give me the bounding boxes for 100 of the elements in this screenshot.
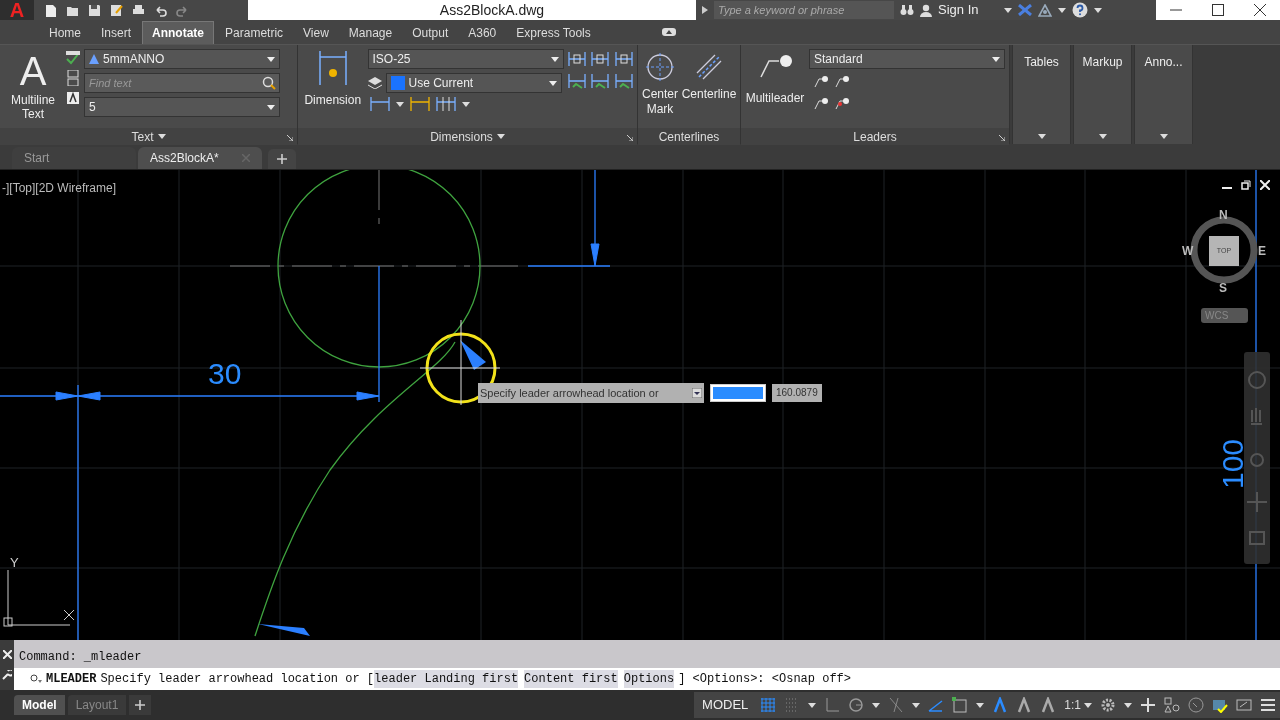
continue-dimension-icon[interactable] <box>435 97 456 111</box>
object-snap-tracking-icon[interactable] <box>928 697 945 713</box>
axis-label: Y <box>10 554 19 572</box>
caret-icon <box>548 80 557 86</box>
undo-icon[interactable] <box>154 3 167 17</box>
viewport-controls[interactable]: -][Top][2D Wireframe] <box>2 179 117 197</box>
compass-label[interactable]: W <box>1182 242 1194 260</box>
menu-icon[interactable] <box>1260 697 1276 713</box>
search-field[interactable]: Type a keyword or phrase <box>714 1 894 19</box>
redo-icon[interactable] <box>176 3 189 17</box>
model-space-button[interactable]: MODEL <box>698 695 753 715</box>
adjust-space-icon[interactable] <box>591 51 610 67</box>
new-layout-button[interactable] <box>129 695 152 715</box>
command-option[interactable]: Options <box>623 670 675 688</box>
layers-icon[interactable] <box>367 77 382 89</box>
ribbon-tab[interactable]: Home <box>40 21 90 44</box>
triangle-network-icon[interactable] <box>1038 3 1052 17</box>
collapsed-panel-button[interactable]: Anno... <box>1134 45 1193 145</box>
caret-icon <box>1058 7 1066 13</box>
gear-icon[interactable] <box>1100 697 1116 713</box>
annotation-visibility-icon[interactable] <box>992 697 1009 713</box>
close-icon[interactable] <box>1254 4 1266 16</box>
layout-tab[interactable]: Model <box>14 695 65 715</box>
quick-dimension-icon[interactable] <box>409 97 430 111</box>
annotation-scale-icon[interactable] <box>1040 697 1057 713</box>
compass-label[interactable]: E <box>1258 242 1266 260</box>
save-icon[interactable] <box>88 3 101 17</box>
help-icon[interactable] <box>1072 2 1088 18</box>
print-icon[interactable] <box>132 3 145 17</box>
text-scale-icon[interactable] <box>67 70 79 86</box>
dimension-layer-dropdown[interactable]: Use Current <box>385 73 562 93</box>
clean-screen-icon[interactable] <box>1188 697 1204 713</box>
ribbon-toggle-icon[interactable] <box>661 28 676 36</box>
multileader-button[interactable]: Multileader <box>745 49 805 107</box>
ribbon-tab[interactable]: Output <box>403 21 458 44</box>
dialog-launcher-icon[interactable] <box>627 135 633 141</box>
hardware-acceleration-icon[interactable] <box>1212 697 1228 713</box>
expand-arrow-icon[interactable] <box>702 6 708 14</box>
isodraft-icon[interactable] <box>888 697 905 713</box>
dimension-style-dropdown[interactable]: ISO-25 <box>367 49 564 69</box>
ribbon-tab[interactable]: Express Tools <box>507 21 600 44</box>
ribbon-tab[interactable]: View <box>294 21 338 44</box>
command-input-field[interactable]: MLEADER Specify leader arrowhead location or [leader Landing first Content first Options ] <Options>: <Osnap off> <box>14 668 1280 690</box>
add-leader-icon[interactable] <box>813 73 829 89</box>
collapsed-panel-button[interactable]: Tables <box>1012 45 1071 145</box>
ribbon-tab[interactable]: Annotate <box>142 21 215 44</box>
collapsed-panel-button[interactable]: Markup <box>1073 45 1132 145</box>
reassociate-icon[interactable] <box>567 73 586 89</box>
compass-label[interactable]: S <box>1219 279 1227 297</box>
dialog-launcher-icon[interactable] <box>999 135 1005 141</box>
object-snap-icon[interactable] <box>952 697 969 713</box>
dialog-launcher-icon[interactable] <box>287 135 293 141</box>
command-option[interactable]: leader Landing first <box>374 670 519 688</box>
leader-style-dropdown[interactable]: Standard <box>809 49 1005 69</box>
annotation-scale-button[interactable]: 1:1 <box>1064 696 1092 714</box>
command-option[interactable]: Content first <box>524 670 618 688</box>
collect-leaders-icon[interactable] <box>834 95 850 111</box>
sign-in-button[interactable]: Sign In <box>938 0 998 20</box>
new-file-icon[interactable] <box>44 3 57 17</box>
centerline-button[interactable]: Centerline <box>682 49 737 102</box>
command-recent-icon[interactable] <box>30 674 42 684</box>
remove-leader-icon[interactable] <box>834 73 850 89</box>
plus-icon[interactable] <box>1140 697 1156 713</box>
caret-icon <box>976 702 985 708</box>
jogged-line-icon[interactable] <box>615 51 634 67</box>
ribbon-tab[interactable]: Parametric <box>216 21 293 44</box>
break-dimension-icon[interactable] <box>567 51 586 67</box>
center-mark-button[interactable]: Center Mark <box>642 49 679 117</box>
ribbon-tab[interactable]: Manage <box>339 21 402 44</box>
panel-title[interactable]: Text <box>131 127 166 146</box>
ribbon-tab[interactable]: A360 <box>459 21 506 44</box>
align-leaders-icon[interactable] <box>813 95 829 111</box>
text-height-icon[interactable] <box>66 91 80 105</box>
shapes-icon[interactable] <box>1164 697 1180 713</box>
maximize-icon[interactable] <box>1212 4 1224 16</box>
binoculars-icon[interactable] <box>900 4 914 16</box>
linear-dimension-icon[interactable] <box>369 97 390 111</box>
spell-check-icon[interactable] <box>66 51 80 65</box>
new-tab-button[interactable] <box>268 149 296 169</box>
text-height-dropdown[interactable]: 5 <box>84 97 280 117</box>
multiline-text-button[interactable]: A Multiline Text <box>4 49 62 121</box>
auto-scale-icon[interactable] <box>1016 697 1033 713</box>
polar-tracking-icon[interactable] <box>848 697 865 713</box>
caret-icon <box>912 702 921 708</box>
restore-icon[interactable] <box>1241 180 1251 190</box>
input-field[interactable] <box>710 384 766 402</box>
file-tab[interactable]: Start <box>12 147 136 169</box>
dimension-button[interactable]: Dimension <box>302 49 364 109</box>
options-down-arrow-icon[interactable] <box>692 388 702 398</box>
panel-title[interactable]: Leaders <box>853 127 897 146</box>
find-replace-icon[interactable] <box>262 76 276 90</box>
override-icon[interactable] <box>615 73 634 89</box>
find-text-field[interactable]: Find text <box>84 73 280 93</box>
file-tab[interactable]: Ass2BlockA* <box>138 147 262 169</box>
fullscreen-icon[interactable] <box>1236 697 1252 713</box>
ribbon-tab[interactable]: Insert <box>92 21 141 44</box>
compass-label[interactable]: N <box>1219 206 1228 224</box>
update-dimension-icon[interactable] <box>591 73 610 89</box>
text-style-dropdown[interactable]: 5mmANNO <box>84 49 280 69</box>
save-as-icon[interactable] <box>110 3 123 17</box>
